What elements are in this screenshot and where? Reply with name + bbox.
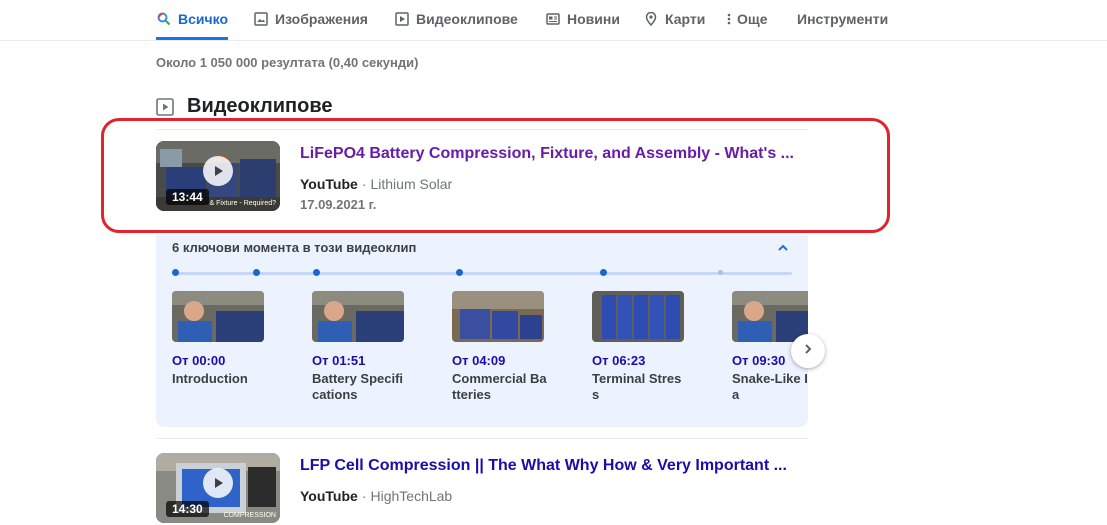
tab-all[interactable]: Всичко xyxy=(156,0,229,40)
moment-label: Terminal Stress xyxy=(592,371,682,402)
moment-label: Snake-Like Idea xyxy=(732,371,808,402)
moment-thumbnail xyxy=(172,291,264,342)
key-moments-title: 6 ключови момента в този видеоклип xyxy=(172,240,417,255)
key-moment-item[interactable]: От 01:51 Battery Specifications xyxy=(312,291,412,403)
video-duration: 14:30 xyxy=(166,501,209,517)
highlight-annotation xyxy=(101,118,890,233)
chevron-up-icon[interactable] xyxy=(776,241,790,255)
videos-section-header: Видеоклипове xyxy=(156,95,332,118)
timeline-dot[interactable] xyxy=(172,269,179,276)
moment-thumbnail xyxy=(732,291,808,342)
tab-news[interactable]: Новини xyxy=(545,0,620,38)
news-icon xyxy=(545,11,561,27)
chevron-right-icon xyxy=(802,342,814,360)
timeline-track xyxy=(174,272,792,275)
timeline-dot[interactable] xyxy=(456,269,463,276)
tab-tools[interactable]: Инструменти xyxy=(797,0,888,38)
video-site: YouTube xyxy=(300,488,358,504)
map-pin-icon xyxy=(643,11,659,27)
tab-label: Новини xyxy=(567,11,620,27)
video-channel: HighTechLab xyxy=(370,488,453,504)
moment-label: Introduction xyxy=(172,371,248,386)
timeline-dot[interactable] xyxy=(313,269,320,276)
video-title-link[interactable]: LFP Cell Compression || The What Why How… xyxy=(300,457,787,475)
tab-maps[interactable]: Карти xyxy=(643,0,705,38)
tab-label: Още xyxy=(737,11,768,27)
moment-time: От 00:00 xyxy=(172,353,226,368)
moment-label: Battery Specifications xyxy=(312,371,404,402)
tab-more[interactable]: Още xyxy=(725,0,768,38)
key-moment-item[interactable]: От 04:09 Commercial Batteries xyxy=(452,291,552,403)
tab-label: Всичко xyxy=(178,10,229,27)
video-icon xyxy=(394,11,410,27)
thumbnail-caption: COMPRESSION xyxy=(223,512,276,519)
key-moments-panel: 6 ключови момента в този видеоклип От 00… xyxy=(156,235,808,427)
tab-label: Инструменти xyxy=(797,11,889,27)
moment-thumbnail xyxy=(312,291,404,342)
video-source: YouTube · HighTechLab xyxy=(300,488,452,504)
timeline-dot[interactable] xyxy=(253,269,260,276)
play-icon xyxy=(203,468,233,498)
section-title: Видеоклипове xyxy=(187,95,333,117)
divider xyxy=(156,438,808,439)
moment-time: От 01:51 xyxy=(312,353,366,368)
tab-label: Изображения xyxy=(275,11,368,27)
search-tabs-bar: Всичко Изображения Видеоклипове Новини К… xyxy=(0,0,1107,41)
video-icon xyxy=(156,97,174,116)
moment-thumbnail xyxy=(452,291,544,342)
moment-label: Commercial Batteries xyxy=(452,371,547,402)
next-moments-button[interactable] xyxy=(791,334,825,368)
timeline-dot[interactable] xyxy=(718,270,723,275)
key-moment-item[interactable]: От 00:00 Introduction xyxy=(172,291,272,387)
tab-images[interactable]: Изображения xyxy=(253,0,368,38)
separator-dot: · xyxy=(361,488,367,504)
search-icon xyxy=(156,11,172,27)
more-vert-icon xyxy=(725,11,733,27)
result-stats: Около 1 050 000 резултата (0,40 секунди) xyxy=(156,55,419,70)
tab-videos[interactable]: Видеоклипове xyxy=(394,0,518,38)
tab-label: Карти xyxy=(665,11,706,27)
image-icon xyxy=(253,11,269,27)
moment-thumbnail xyxy=(592,291,684,342)
key-moment-item[interactable]: От 06:23 Terminal Stress xyxy=(592,291,692,403)
video-thumbnail[interactable]: 14:30 COMPRESSION xyxy=(156,453,280,523)
moment-time: От 04:09 xyxy=(452,353,506,368)
moment-time: От 06:23 xyxy=(592,353,646,368)
video-result: 14:30 COMPRESSION LFP Cell Compression |… xyxy=(156,453,808,525)
tab-label: Видеоклипове xyxy=(416,11,518,27)
timeline-dot[interactable] xyxy=(600,269,607,276)
